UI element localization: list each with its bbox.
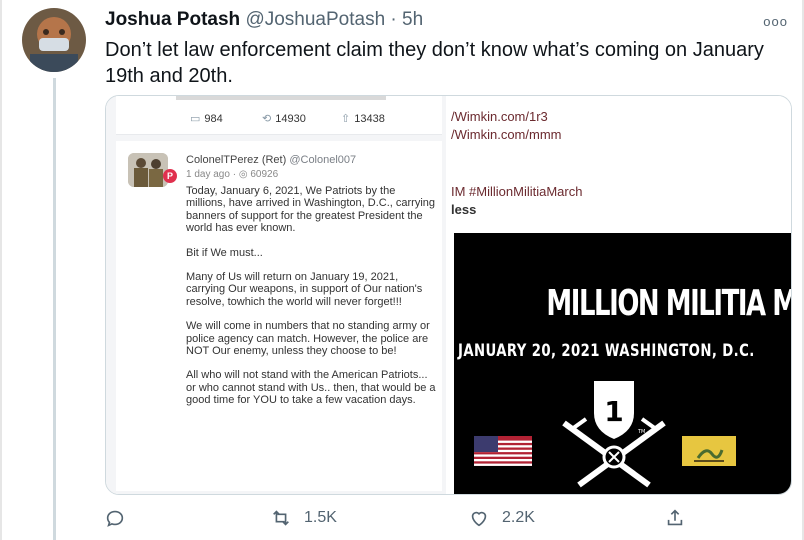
shield-rifles-logo-icon: 1 TM	[562, 381, 666, 488]
author-avatar[interactable]	[22, 8, 86, 72]
post-paragraph: Today, January 6, 2021, We Patriots by t…	[186, 185, 436, 235]
gadsden-flag-icon	[682, 436, 736, 466]
logo-number: 1	[604, 395, 623, 428]
show-less-text: less	[451, 202, 477, 217]
tweet-text: Don’t let law enforcement claim they don…	[105, 39, 764, 87]
post-paragraph: Bit if We must...	[186, 246, 263, 259]
cropped-image-edge	[176, 96, 386, 100]
post-time: 1 day ago ·	[186, 169, 239, 180]
thread-line	[53, 78, 56, 540]
retweet-button[interactable]: 1.5K	[270, 507, 337, 529]
post-paragraph: All who will not stand with the American…	[186, 369, 436, 407]
post-author-avatar	[128, 153, 168, 187]
repost-count: 14930	[275, 113, 306, 125]
more-options-icon[interactable]: ooo	[763, 14, 788, 29]
militia-march-poster: MILLION MILITIA MARCH JANUARY 20, 2021 W…	[454, 233, 791, 494]
echo-icon: ⟲	[262, 113, 272, 125]
embedded-post: P ColonelTPerez (Ret) @Colonel007 1 day …	[116, 141, 442, 491]
post-stats-bar: ▭ 984 ⟲ 14930 ⇧ 13438	[116, 96, 442, 135]
repost-stat: ⟲ 14930	[262, 112, 306, 125]
post-views: 60926	[250, 169, 279, 180]
comment-icon: ▭	[190, 113, 201, 125]
post-meta: 1 day ago · ◎ 60926	[186, 169, 278, 180]
heart-icon	[471, 511, 487, 527]
post-body: Today, January 6, 2021, We Patriots by t…	[186, 185, 436, 419]
like-button[interactable]: 2.2K	[468, 507, 535, 529]
share-button[interactable]	[664, 507, 686, 529]
retweet-count: 1.5K	[304, 509, 337, 526]
wimkin-link-2: /Wimkin.com/mmm	[451, 127, 562, 142]
post-author-name: ColonelTPerez (Ret)	[186, 154, 287, 166]
user-handle[interactable]: @JoshuaPotash	[245, 9, 385, 30]
post-paragraph: We will come in numbers that no standing…	[186, 320, 430, 358]
tweet-media[interactable]: ▭ 984 ⟲ 14930 ⇧ 13438 P ColonelTPerez (Ret)…	[105, 95, 792, 495]
tweet-actions-bar: 1.5K 2.2K	[0, 500, 804, 540]
parler-badge-icon: P	[163, 169, 177, 183]
hashtag-line: IM #MillionMilitiaMarch	[451, 184, 583, 199]
like-count: 2.2K	[502, 509, 535, 526]
post-author-line: ColonelTPerez (Ret) @Colonel007	[186, 154, 356, 166]
post-paragraph: Many of Us will return on January 19, 20…	[186, 271, 423, 308]
comment-stat: ▭ 984	[190, 112, 223, 125]
retweet-icon	[273, 510, 289, 526]
views-icon: ◎	[238, 169, 251, 180]
tweet-time[interactable]: 5h	[402, 9, 423, 30]
reply-icon	[106, 510, 124, 527]
wimkin-link-1: /Wimkin.com/1r3	[451, 109, 548, 124]
poster-subtitle: JANUARY 20, 2021 WASHINGTON, D.C.	[458, 341, 755, 361]
poster-title: MILLION MILITIA MARCH	[546, 283, 791, 324]
upvote-stat: ⇧ 13438	[341, 112, 385, 125]
upvote-count: 13438	[354, 113, 385, 125]
frame-left-edge	[0, 0, 2, 540]
reply-button[interactable]	[104, 507, 126, 529]
embedded-screenshot-right: /Wimkin.com/1r3 /Wimkin.com/mmm IM #Mill…	[446, 96, 791, 494]
upvote-icon: ⇧	[341, 113, 351, 125]
comment-count: 984	[204, 113, 223, 125]
post-author-handle: @Colonel007	[289, 154, 357, 166]
separator-dot: ·	[385, 9, 403, 30]
tweet-header: Joshua Potash @JoshuaPotash · 5h	[105, 9, 423, 31]
us-flag-icon	[474, 436, 532, 466]
display-name[interactable]: Joshua Potash	[105, 9, 240, 30]
share-icon	[667, 509, 683, 526]
embedded-screenshot-left: ▭ 984 ⟲ 14930 ⇧ 13438 P ColonelTPerez (Ret)…	[106, 96, 446, 494]
